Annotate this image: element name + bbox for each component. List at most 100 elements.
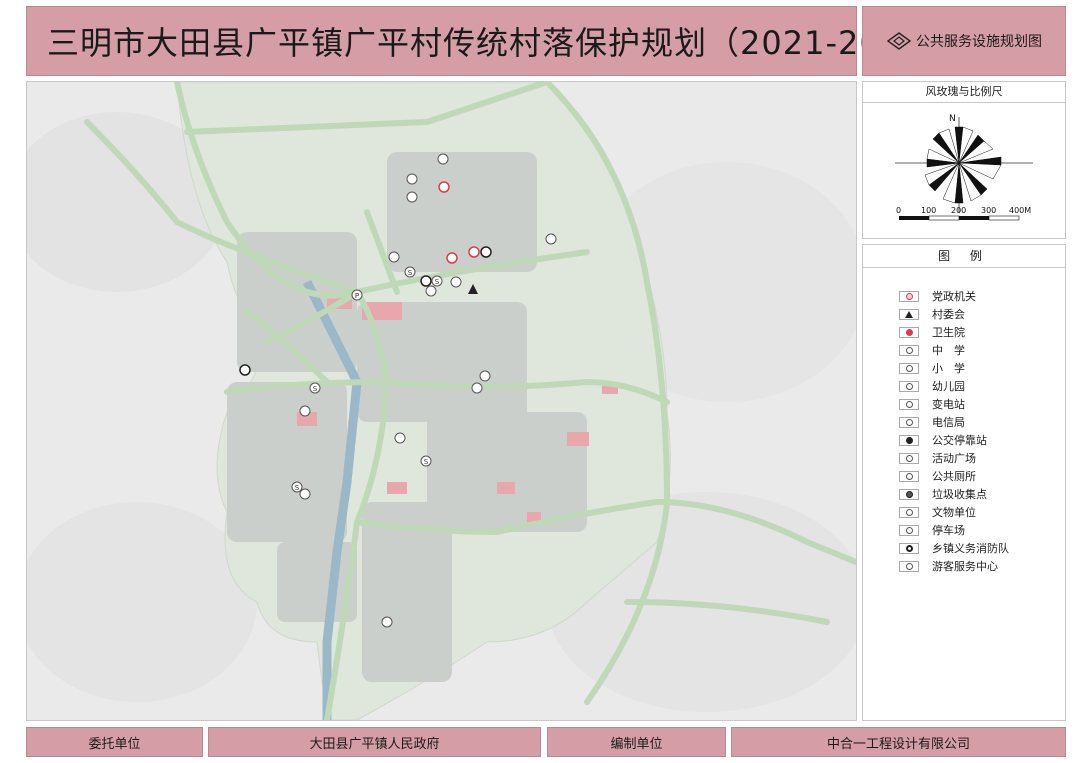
legend-item: 小 学 [899,359,1009,377]
triangle-icon [899,308,919,320]
telecom-icon [899,416,919,428]
scale-tick: 300 [981,206,996,215]
substation-icon [899,398,919,410]
legend-label: 变电站 [932,398,965,411]
kindergarten-icon [437,153,449,165]
compass-panel: 风玫瑰与比例尺 N 0 100 200 300 400M [862,81,1066,239]
primary-school-icon [406,191,418,203]
page-title: 三明市大田县广平镇广平村传统村落保护规划（2021-2035年） [47,24,990,62]
parking-icon: P [351,289,363,301]
toilet-icon [471,382,483,394]
legend-item: 停车场 [899,521,1009,539]
red-cross-icon [899,326,919,338]
scale-tick: 400M [1009,206,1031,215]
square-s-icon: S [291,481,303,493]
legend-title: 图 例 [863,245,1065,268]
substation-icon [545,233,557,245]
legend-label: 中 学 [932,344,965,357]
middle-school-icon [406,173,418,185]
square-s-icon: S [309,382,321,394]
fire-brigade-icon [899,542,919,554]
square-s-icon: S [404,266,416,278]
legend-item: 公交停靠站 [899,431,1009,449]
map-area[interactable]: S S S S S P [26,81,857,721]
legend-list: 党政机关 村委会 卫生院 中 学 小 学 幼儿园 变电站 电信局 公交停靠站 活… [899,287,1009,575]
middle-school-icon [899,344,919,356]
legend-label: 垃圾收集点 [932,488,987,501]
legend-label: 幼儿园 [932,380,965,393]
scale-tick: 200 [951,206,966,215]
toilet-icon [381,616,393,628]
scale-tick: 0 [896,206,901,215]
legend-label: 公共厕所 [932,470,976,483]
legend-item: 电信局 [899,413,1009,431]
legend-item: 幼儿园 [899,377,1009,395]
garbage-icon [899,488,919,500]
compass-title: 风玫瑰与比例尺 [863,82,1065,103]
legend-item: 中 学 [899,341,1009,359]
square-s-icon: S [431,275,443,287]
legend-label: 公交停靠站 [932,434,987,447]
scale-tick: 100 [921,206,936,215]
sheet-name-bar: 公共服务设施规划图 [862,6,1066,76]
legend-label: 活动广场 [932,452,976,465]
heritage-icon [479,370,491,382]
legend-item: 公共厕所 [899,467,1009,485]
toilet-icon [899,470,919,482]
legend-label: 小 学 [932,362,965,375]
client-label: 委托单位 [26,727,203,757]
heritage-icon [394,432,406,444]
wind-rose: N 0 100 200 300 400M [895,114,1033,221]
legend-item: 变电站 [899,395,1009,413]
star-red-icon [899,290,919,302]
designer-value: 中合一工程设计有限公司 [731,727,1066,757]
toilet-icon [299,405,311,417]
red-cross-icon [438,181,450,193]
planning-map[interactable]: S S S S S P [27,82,856,720]
legend-item: 活动广场 [899,449,1009,467]
legend-item: 党政机关 [899,287,1009,305]
legend-item: 乡镇义务消防队 [899,539,1009,557]
legend-label: 停车场 [932,524,965,537]
primary-school-icon [899,362,919,374]
telecom-icon [388,251,400,263]
legend-panel: 图 例 党政机关 村委会 卫生院 中 学 小 学 幼儿园 变电站 电信局 公交停… [862,244,1066,721]
legend-label: 党政机关 [932,290,976,303]
north-label: N [949,114,956,124]
kindergarten-icon [899,380,919,392]
star-red-icon [446,252,458,264]
bus-stop-icon [899,434,919,446]
legend-item: 卫生院 [899,323,1009,341]
legend-label: 电信局 [932,416,965,429]
heritage-icon [899,506,919,518]
sheet-name: 公共服务设施规划图 [916,34,1042,50]
designer-label: 编制单位 [547,727,726,757]
parking-icon [899,524,919,536]
legend-item: 垃圾收集点 [899,485,1009,503]
svg-text:S: S [408,269,413,277]
legend-label: 卫生院 [932,326,965,339]
legend-item: 文物单位 [899,503,1009,521]
garbage-icon [239,364,251,376]
legend-label: 文物单位 [932,506,976,519]
square-s-icon [899,452,919,464]
client-value: 大田县广平镇人民政府 [208,727,541,757]
star-red-icon [468,246,480,258]
bus-stop-icon [420,275,432,287]
legend-label: 乡镇义务消防队 [932,542,1009,555]
visitor-center-icon [450,276,462,288]
square-s-icon: S [420,455,432,467]
title-bar: 三明市大田县广平镇广平村传统村落保护规划（2021-2035年） [26,6,988,76]
fire-brigade-icon [480,246,492,258]
svg-text:P: P [355,292,359,300]
svg-text:S: S [313,385,318,393]
svg-text:S: S [424,458,429,466]
svg-text:S: S [435,278,440,286]
toilet-icon [425,285,437,297]
legend-label: 村委会 [932,308,965,321]
legend-label: 游客服务中心 [932,560,998,573]
diamond-icon [886,32,912,50]
legend-item: 村委会 [899,305,1009,323]
legend-item: 游客服务中心 [899,557,1009,575]
visitor-center-icon [899,560,919,572]
